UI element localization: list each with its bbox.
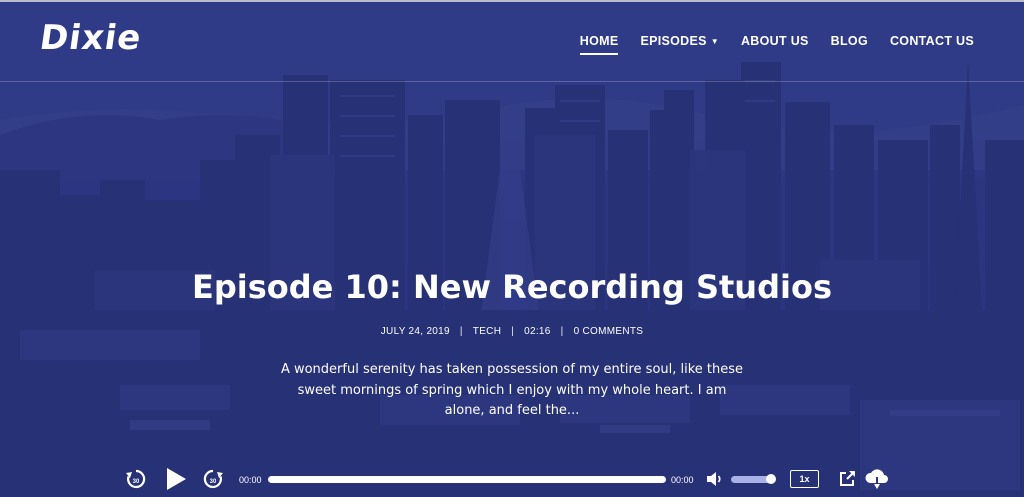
volume-icon	[707, 472, 721, 486]
nav-about-us-label: ABOUT US	[740, 34, 809, 48]
episode-excerpt: A wonderful serenity has taken possessio…	[280, 362, 744, 418]
share-button[interactable]	[838, 470, 856, 488]
skip-back-button[interactable]: 30	[124, 468, 148, 490]
nav-contact-us-label: CONTACT US	[889, 34, 974, 48]
site-header: Dixie HOME EPISODES ▼ ABOUT US BLOG CONTA…	[0, 0, 1024, 82]
rewind-icon: 30	[126, 469, 146, 489]
playback-speed-button[interactable]: 1x	[790, 470, 819, 488]
current-time: 00:00	[239, 475, 262, 485]
svg-text:30: 30	[133, 479, 140, 485]
main-navigation: HOME EPISODES ▼ ABOUT US BLOG CONTACT US	[558, 34, 974, 55]
play-icon	[167, 468, 186, 490]
share-external-icon	[840, 471, 855, 486]
total-time: 00:00	[671, 475, 694, 485]
progress-bar[interactable]	[268, 476, 666, 483]
episode-duration: 02:16	[524, 326, 551, 337]
episode-meta: JULY 24, 2019 | TECH | 02:16 | 0 COMMENTS	[0, 326, 1024, 337]
nav-home[interactable]: HOME	[579, 34, 619, 55]
play-button[interactable]	[164, 466, 188, 492]
nav-about-us[interactable]: ABOUT US	[741, 34, 809, 48]
meta-separator: |	[511, 326, 515, 337]
chevron-down-icon: ▼	[710, 36, 719, 46]
audio-player: 30 30 00:00 00:00 1x	[0, 460, 1024, 497]
nav-episodes-label: EPISODES	[640, 34, 707, 48]
download-button[interactable]	[864, 468, 890, 490]
nav-episodes[interactable]: EPISODES ▼	[640, 34, 719, 48]
nav-blog[interactable]: BLOG	[831, 34, 868, 48]
episode-title: Episode 10: New Recording Studios	[192, 268, 832, 306]
nav-home-label: HOME	[579, 34, 619, 48]
cloud-download-icon	[865, 469, 888, 489]
playback-speed-label: 1x	[799, 474, 810, 484]
skip-forward-button[interactable]: 30	[201, 468, 225, 490]
fast-forward-icon: 30	[203, 469, 223, 489]
nav-contact-us[interactable]: CONTACT US	[890, 34, 974, 48]
svg-text:30: 30	[210, 479, 217, 485]
mute-button[interactable]	[706, 471, 724, 487]
episode-date[interactable]: JULY 24, 2019	[381, 326, 450, 337]
meta-separator: |	[560, 326, 564, 337]
nav-blog-label: BLOG	[830, 34, 868, 48]
meta-separator: |	[459, 326, 463, 337]
volume-handle[interactable]	[766, 474, 776, 484]
site-logo[interactable]: Dixie	[37, 18, 144, 58]
episode-category[interactable]: TECH	[473, 326, 501, 337]
episode-comments[interactable]: 0 COMMENTS	[574, 326, 644, 337]
